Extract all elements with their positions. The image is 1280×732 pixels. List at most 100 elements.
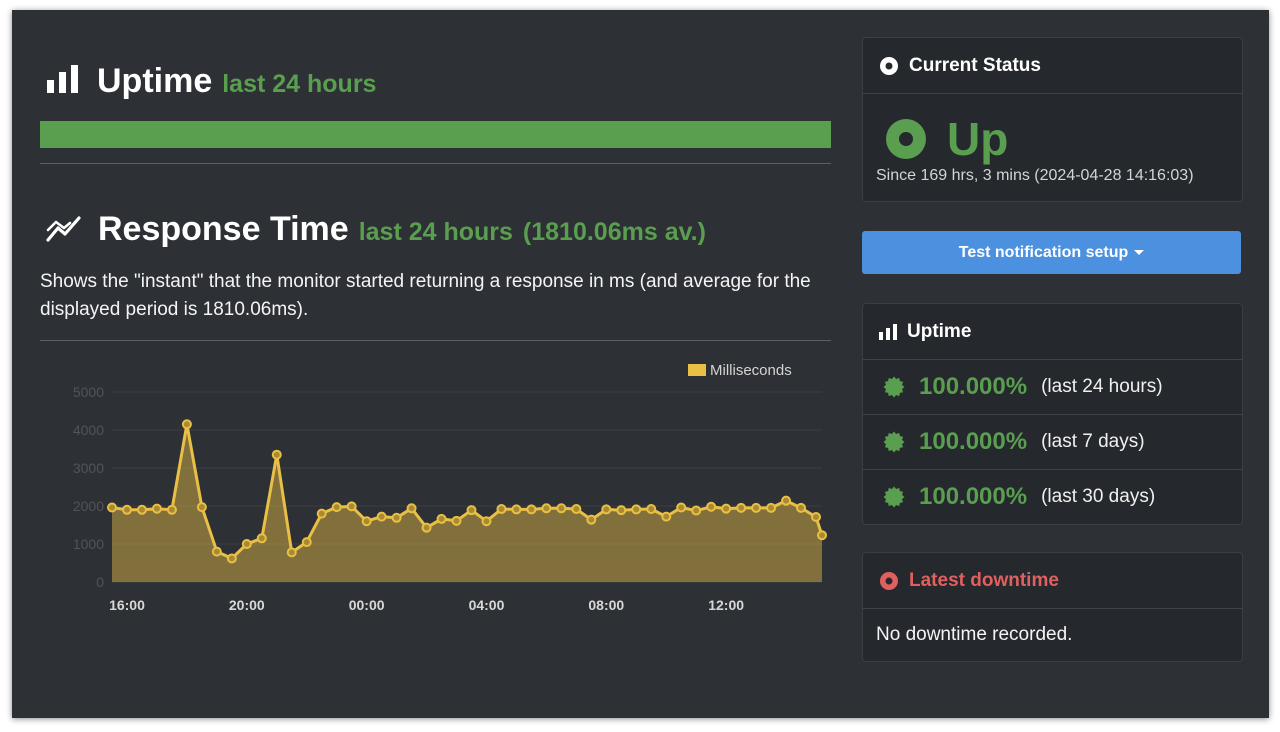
response-time-chart: 0 1000 2000 3000 4000 5000 16:00 20:00 00:00 04:… (73, 362, 827, 613)
test-notification-button[interactable]: Test notification setup (862, 231, 1241, 274)
line-chart-icon (46, 216, 81, 242)
latest-downtime-panel: Latest downtime No downtime recorded. (862, 552, 1243, 662)
data-point (211, 546, 222, 557)
uptime-range: (last 30 days) (1041, 486, 1156, 507)
bar-chart-icon (879, 323, 897, 340)
data-point (511, 504, 522, 515)
bar-chart-icon (47, 65, 78, 93)
data-point (541, 503, 552, 514)
x-tick-label: 16:00 (109, 597, 145, 613)
data-point (107, 502, 117, 513)
circle-dot-icon (880, 571, 898, 590)
y-tick-label: 0 (96, 574, 104, 590)
data-point (226, 553, 237, 564)
caret-down-icon (1134, 250, 1145, 255)
x-tick-label: 12:00 (708, 597, 744, 613)
data-point (586, 514, 597, 525)
data-point (646, 504, 657, 515)
data-point (466, 505, 477, 516)
response-area (112, 424, 822, 582)
data-point (751, 502, 762, 513)
data-point (166, 504, 177, 515)
divider (40, 163, 831, 164)
data-point (556, 503, 567, 514)
response-time-title: Response Time (98, 210, 349, 248)
data-point (616, 505, 627, 516)
legend-label: Milliseconds (710, 362, 792, 379)
data-point (391, 512, 402, 523)
data-point (631, 504, 642, 515)
data-point (406, 503, 417, 514)
certificate-icon (883, 376, 905, 398)
status-state: Up (947, 113, 1009, 165)
data-point (121, 504, 132, 515)
data-point (241, 539, 252, 549)
data-point (691, 505, 702, 516)
data-point (526, 504, 537, 515)
data-point (136, 504, 147, 515)
y-tick-label: 5000 (73, 384, 104, 400)
monitor-details-page: Uptime last 24 hours Response Time last … (12, 10, 1269, 718)
uptime-period: last 24 hours (222, 70, 377, 98)
data-point (316, 508, 327, 519)
data-point (256, 533, 267, 544)
uptime-title: Uptime (97, 62, 213, 100)
data-point (721, 503, 732, 514)
data-point (736, 502, 747, 513)
data-point (181, 419, 192, 430)
latest-downtime-message: No downtime recorded. (876, 624, 1073, 645)
response-time-average: (1810.06ms av.) (522, 218, 706, 246)
status-since: Since 169 hrs, 3 mins (2024-04-28 14:16:… (876, 167, 1194, 184)
uptime-bar (40, 121, 831, 148)
data-point (496, 504, 507, 515)
x-tick-label: 08:00 (588, 597, 624, 613)
uptime-item: 100.000% (last 30 days) (863, 470, 1242, 524)
legend-swatch (688, 364, 706, 376)
data-point (361, 516, 372, 527)
y-tick-label: 2000 (73, 498, 104, 514)
data-point (421, 522, 432, 533)
data-point (811, 512, 822, 523)
data-point (331, 502, 342, 513)
data-point (817, 530, 827, 541)
data-point (151, 503, 162, 514)
data-point (481, 516, 492, 527)
uptime-range: (last 7 days) (1041, 431, 1145, 452)
uptime-range: (last 24 hours) (1041, 376, 1163, 397)
current-status-header: Current Status (863, 38, 1242, 94)
data-point (301, 537, 312, 548)
chart-legend: Milliseconds (688, 362, 792, 379)
data-point (706, 501, 717, 512)
data-point (781, 495, 792, 506)
data-point (196, 502, 207, 513)
data-point (451, 515, 462, 526)
response-time-description: Shows the "instant" that the monitor sta… (40, 271, 811, 320)
uptime-percent: 100.000% (919, 483, 1028, 510)
circle-dot-icon (880, 56, 898, 75)
data-point (346, 501, 357, 512)
data-point (676, 502, 687, 513)
uptime-panel: Uptime 100.000% (last 24 hours) 100.000%… (862, 303, 1243, 525)
uptime-panel-title: Uptime (907, 320, 972, 342)
data-point (661, 511, 672, 522)
response-time-heading: Response Time last 24 hours (1810.06ms a… (46, 210, 706, 249)
latest-downtime-header: Latest downtime (863, 553, 1242, 609)
divider (40, 340, 831, 341)
certificate-icon (883, 486, 905, 508)
uptime-percent: 100.000% (919, 428, 1028, 455)
uptime-heading: Uptime last 24 hours (46, 62, 376, 101)
test-notification-label: Test notification setup (958, 243, 1129, 261)
data-point (601, 504, 612, 515)
data-point (376, 511, 387, 522)
data-point (766, 502, 777, 513)
x-tick-label: 04:00 (469, 597, 505, 613)
current-status-panel: Current Status Up Since 169 hrs, 3 mins … (862, 37, 1243, 202)
latest-downtime-title: Latest downtime (909, 569, 1059, 591)
uptime-item: 100.000% (last 7 days) (863, 415, 1242, 470)
uptime-item: 100.000% (last 24 hours) (863, 360, 1242, 415)
x-tick-label: 00:00 (349, 597, 385, 613)
current-status-title: Current Status (909, 54, 1041, 76)
y-tick-label: 3000 (73, 460, 104, 476)
y-tick-label: 4000 (73, 422, 104, 438)
certificate-icon (883, 431, 905, 453)
